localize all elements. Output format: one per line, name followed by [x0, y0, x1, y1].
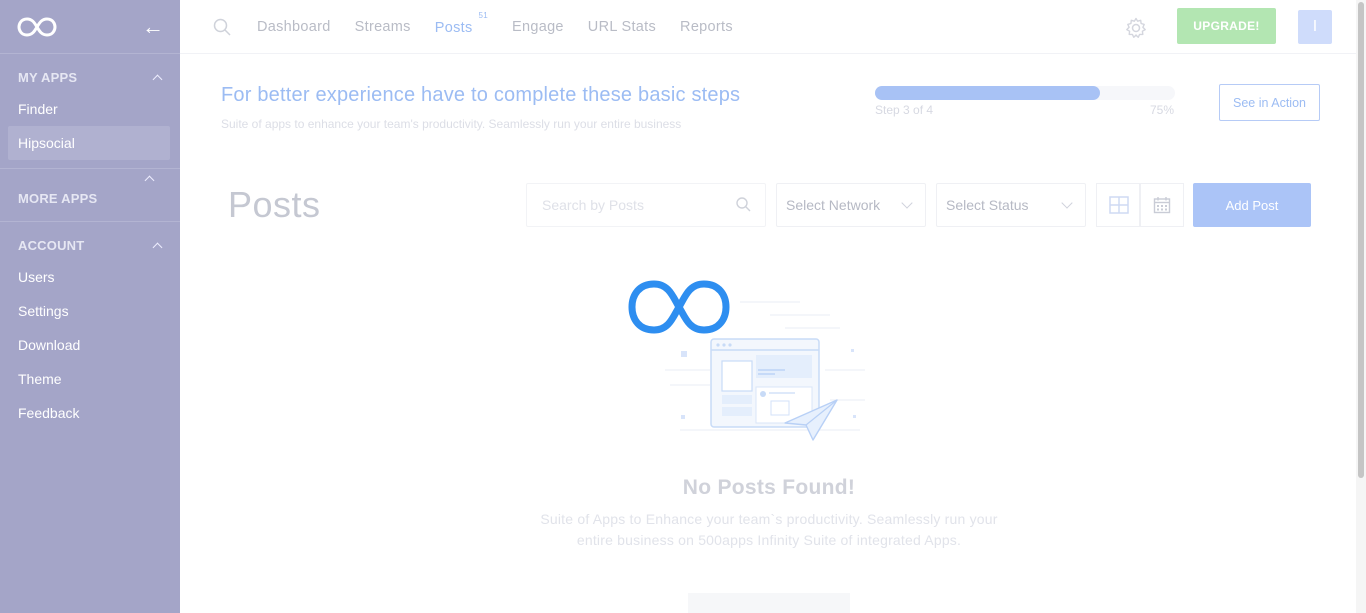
sidebar-item-feedback[interactable]: Feedback [0, 396, 180, 430]
sidebar-section-toggle[interactable]: ACCOUNT [0, 230, 180, 260]
sidebar-section-toggle[interactable]: MY APPS [0, 62, 180, 92]
add-post-button[interactable]: Add Post [1193, 183, 1311, 227]
sidebar-item-hipsocial[interactable]: Hipsocial [8, 126, 170, 160]
sidebar-section-more-apps: MORE APPS [0, 169, 180, 222]
grid-view-icon [1109, 196, 1129, 214]
search-icon[interactable] [736, 197, 751, 217]
browser-window-icon [710, 338, 820, 428]
status-select[interactable]: Select Status [936, 183, 1086, 227]
search-icon[interactable] [213, 18, 231, 36]
sidebar-item-finder[interactable]: Finder [0, 92, 180, 126]
empty-state-line: entire business on 500apps Infinity Suit… [576, 532, 962, 548]
collapse-arrow-icon[interactable]: ← [142, 15, 164, 38]
empty-state-illustration [625, 275, 870, 445]
nav-url-stats[interactable]: URL Stats [588, 19, 656, 35]
steps-title: For better experience have to complete t… [221, 84, 741, 106]
sidebar-item-settings[interactable]: Settings [0, 294, 180, 328]
empty-state-action-button[interactable] [688, 593, 850, 613]
sidebar-item-users[interactable]: Users [0, 260, 180, 294]
progress-fill [875, 86, 1100, 100]
sidebar-section-my-apps: MY APPS Finder Hipsocial [0, 54, 180, 169]
gear-icon[interactable] [1125, 17, 1147, 39]
empty-state-line: Suite of Apps to Enhance your team`s pro… [540, 511, 998, 527]
upgrade-button[interactable]: UPGRADE! [1177, 8, 1276, 44]
sidebar-item-download[interactable]: Download [0, 328, 180, 362]
posts-search [526, 183, 766, 227]
infinity-logo-icon [628, 280, 730, 334]
section-title: MY APPS [18, 69, 78, 85]
sidebar-section-account: ACCOUNT Users Settings Download Theme Fe… [0, 222, 180, 438]
calendar-icon [1153, 197, 1171, 214]
sidebar: ← MY APPS Finder Hipsocial MORE APPS ACC… [0, 0, 180, 613]
nav-posts[interactable]: Posts 51 [434, 11, 488, 36]
top-nav-bar: Dashboard Streams Posts 51 Engage URL Sta… [180, 0, 1356, 54]
empty-state-title: No Posts Found! [682, 476, 856, 499]
grid-view-button[interactable] [1096, 183, 1140, 227]
search-input[interactable] [527, 184, 717, 226]
calendar-view-button[interactable] [1140, 183, 1184, 227]
section-title: ACCOUNT [18, 237, 85, 253]
scrollbar-thumb[interactable] [1358, 2, 1364, 478]
steps-subtitle: Suite of apps to enhance your team's pro… [221, 117, 682, 131]
sidebar-header: ← [0, 0, 180, 54]
avatar[interactable]: I [1298, 10, 1332, 44]
nav-posts-label: Posts [434, 19, 473, 36]
section-title: MORE APPS [18, 191, 98, 206]
sidebar-item-theme[interactable]: Theme [0, 362, 180, 396]
network-select-value: Select Network [786, 197, 881, 213]
infinity-logo-icon[interactable] [16, 15, 58, 39]
app-root: ← MY APPS Finder Hipsocial MORE APPS ACC… [0, 0, 1366, 613]
nav-reports[interactable]: Reports [680, 19, 733, 35]
empty-state-description: Suite of Apps to Enhance your team`s pro… [514, 509, 1024, 551]
nav-streams[interactable]: Streams [355, 19, 411, 35]
progress-step-label: Step 3 of 4 [875, 103, 934, 117]
page-title: Posts [228, 184, 321, 225]
chevron-down-icon [901, 197, 913, 209]
main-nav: Dashboard Streams Posts 51 Engage URL Sta… [257, 0, 757, 54]
page-scrollbar[interactable] [1356, 0, 1366, 613]
chevron-up-icon [152, 72, 162, 82]
chevron-up-icon [152, 240, 162, 250]
sidebar-section-toggle[interactable]: MORE APPS [0, 179, 180, 213]
nav-dashboard[interactable]: Dashboard [257, 19, 331, 35]
chevron-down-icon [1061, 197, 1073, 209]
steps-progress-bar [875, 86, 1175, 100]
progress-percent-label: 75% [1150, 103, 1175, 117]
network-select[interactable]: Select Network [776, 183, 926, 227]
status-select-value: Select Status [946, 197, 1029, 213]
nav-engage[interactable]: Engage [512, 19, 564, 35]
posts-count-badge: 51 [478, 10, 488, 20]
see-in-action-button[interactable]: See in Action [1219, 84, 1320, 121]
chevron-up-icon [144, 173, 154, 183]
